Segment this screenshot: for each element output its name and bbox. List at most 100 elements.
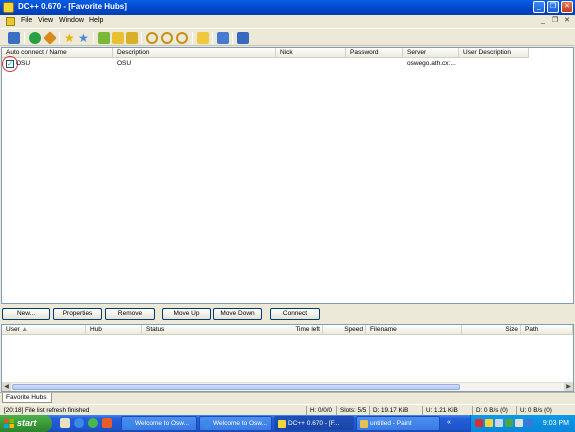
task-label: DC++ 0.670 - [F... [288,420,340,427]
move-down-button[interactable]: Move Down [213,308,262,320]
column-header-password[interactable]: Password [346,48,403,58]
horizontal-scrollbar[interactable]: ◀ ▶ [2,382,573,391]
menu-window[interactable]: Window [59,17,84,24]
reconnect-icon[interactable] [29,32,41,44]
close-button[interactable]: ✕ [561,1,573,13]
column-header-user-description[interactable]: User Description [459,48,529,58]
follow-redirect-icon[interactable] [43,31,57,45]
remove-button[interactable]: Remove [105,308,155,320]
security-icon[interactable] [525,419,533,427]
column-header-time-left[interactable]: Time left [272,325,323,335]
menu-bar: File View Window Help _ ❐ ✕ [0,15,575,28]
status-hubs: H: 0/0/0 [306,406,336,415]
settings-icon[interactable] [217,32,229,44]
messenger-icon[interactable] [505,419,513,427]
tab-favorite-hubs[interactable]: Favorite Hubs [2,393,52,403]
paint-icon [360,420,368,428]
column-header-path[interactable]: Path [521,325,573,335]
properties-button[interactable]: Properties [53,308,102,320]
minimize-button[interactable]: _ [533,1,545,13]
task-welcome-oswego-2[interactable]: Welcome to Osw... [199,416,272,431]
toolbar-separator [192,32,193,44]
public-hubs-icon[interactable] [8,32,20,44]
scroll-thumb[interactable] [12,384,460,390]
toolbar-separator [93,32,94,44]
auto-connect-checkbox[interactable]: ✓ [6,60,14,68]
column-header-speed[interactable]: Speed [323,325,366,335]
status-uploaded: U: 1.21 KiB [422,406,472,415]
toolbar-separator [24,32,25,44]
task-welcome-oswego-1[interactable]: Welcome to Osw... [121,416,197,431]
start-button[interactable]: start [0,415,52,432]
column-header-user[interactable]: User ▲ [2,325,86,335]
column-header-size[interactable]: Size [462,325,521,335]
transfer-header: User ▲ Hub Status Time left Speed Filena… [2,325,573,335]
dcpp-app-icon [3,2,14,13]
toolbar-separator [212,32,213,44]
clock: 9:03 PM [542,420,569,427]
column-header-nick[interactable]: Nick [276,48,346,58]
mdi-close-button[interactable]: ✕ [562,16,572,26]
search-icon[interactable] [146,32,158,44]
notepad-icon[interactable] [237,32,249,44]
antivirus-icon[interactable] [475,419,483,427]
task-dcpp[interactable]: DC++ 0.670 - [F... [274,416,354,431]
column-label-user: User [6,326,20,333]
task-paint[interactable]: untitled - Paint [356,416,440,431]
adl-search-icon[interactable] [161,32,173,44]
column-header-name[interactable]: Auto connect / Name [2,48,113,58]
title-bar[interactable]: DC++ 0.670 - [Favorite Hubs] _ ❐ ✕ [0,0,575,15]
mdi-minimize-button[interactable]: _ [538,16,548,26]
favorite-users-icon[interactable]: ★ [78,32,90,44]
status-message: [20:18] File list refresh finished [4,407,90,414]
scroll-right-icon[interactable]: ▶ [564,383,573,391]
status-downloaded: D: 19.17 KiB [369,406,422,415]
show-desktop-icon[interactable] [60,418,70,428]
toolbar-separator [141,32,142,44]
mdi-child-icon[interactable] [6,17,15,26]
hub-name: OSU [16,60,31,67]
search-spy-icon[interactable] [176,32,188,44]
menu-view[interactable]: View [38,17,53,24]
internet-explorer-icon[interactable] [74,418,84,428]
sort-arrow-icon: ▲ [21,326,28,333]
toolbar-separator [59,32,60,44]
dcpp-app-icon [278,420,286,428]
task-label: Welcome to Osw... [135,420,190,427]
volume-icon[interactable] [515,419,523,427]
move-up-button[interactable]: Move Up [162,308,211,320]
firefox-icon[interactable] [102,418,112,428]
column-header-description[interactable]: Description [113,48,276,58]
favorite-hubs-icon[interactable]: ★ [64,32,76,44]
hub-server: oswego.ath.cx:... [407,60,456,67]
dcpp-tray-icon[interactable] [485,419,493,427]
upload-queue-icon[interactable] [126,32,138,44]
new-button[interactable]: New... [2,308,50,320]
tab-bar: Favorite Hubs [0,392,575,404]
tray-expand-icon[interactable]: « [447,419,455,427]
column-header-filename[interactable]: Filename [366,325,462,335]
favorite-hubs-list[interactable]: Auto connect / Name Description Nick Pas… [1,47,574,304]
menu-help[interactable]: Help [89,17,103,24]
window-title: DC++ 0.670 - [Favorite Hubs] [18,2,127,11]
task-label: untitled - Paint [370,420,412,427]
system-tray: 9:03 PM [470,415,575,432]
toolbar-separator [232,32,233,44]
scroll-left-icon[interactable]: ◀ [2,383,11,391]
hub-row[interactable]: ✓ OSU OSU oswego.ath.cx:... [2,56,575,72]
transfer-list[interactable]: User ▲ Hub Status Time left Speed Filena… [1,324,574,392]
status-down-speed: D: 0 B/s (0) [472,406,516,415]
open-file-list-icon[interactable] [197,32,209,44]
network-icon[interactable] [495,419,503,427]
media-player-icon[interactable] [88,418,98,428]
mdi-restore-button[interactable]: ❐ [550,16,560,26]
list-header: Auto connect / Name Description Nick Pas… [2,48,529,58]
connect-button[interactable]: Connect [270,308,320,320]
column-header-server[interactable]: Server [403,48,459,58]
column-header-hub[interactable]: Hub [86,325,142,335]
menu-file[interactable]: File [21,17,32,24]
finished-downloads-icon[interactable] [112,32,124,44]
download-queue-icon[interactable] [98,32,110,44]
button-row: New... Properties Remove Move Up Move Do… [0,306,575,322]
restore-button[interactable]: ❐ [547,1,559,13]
